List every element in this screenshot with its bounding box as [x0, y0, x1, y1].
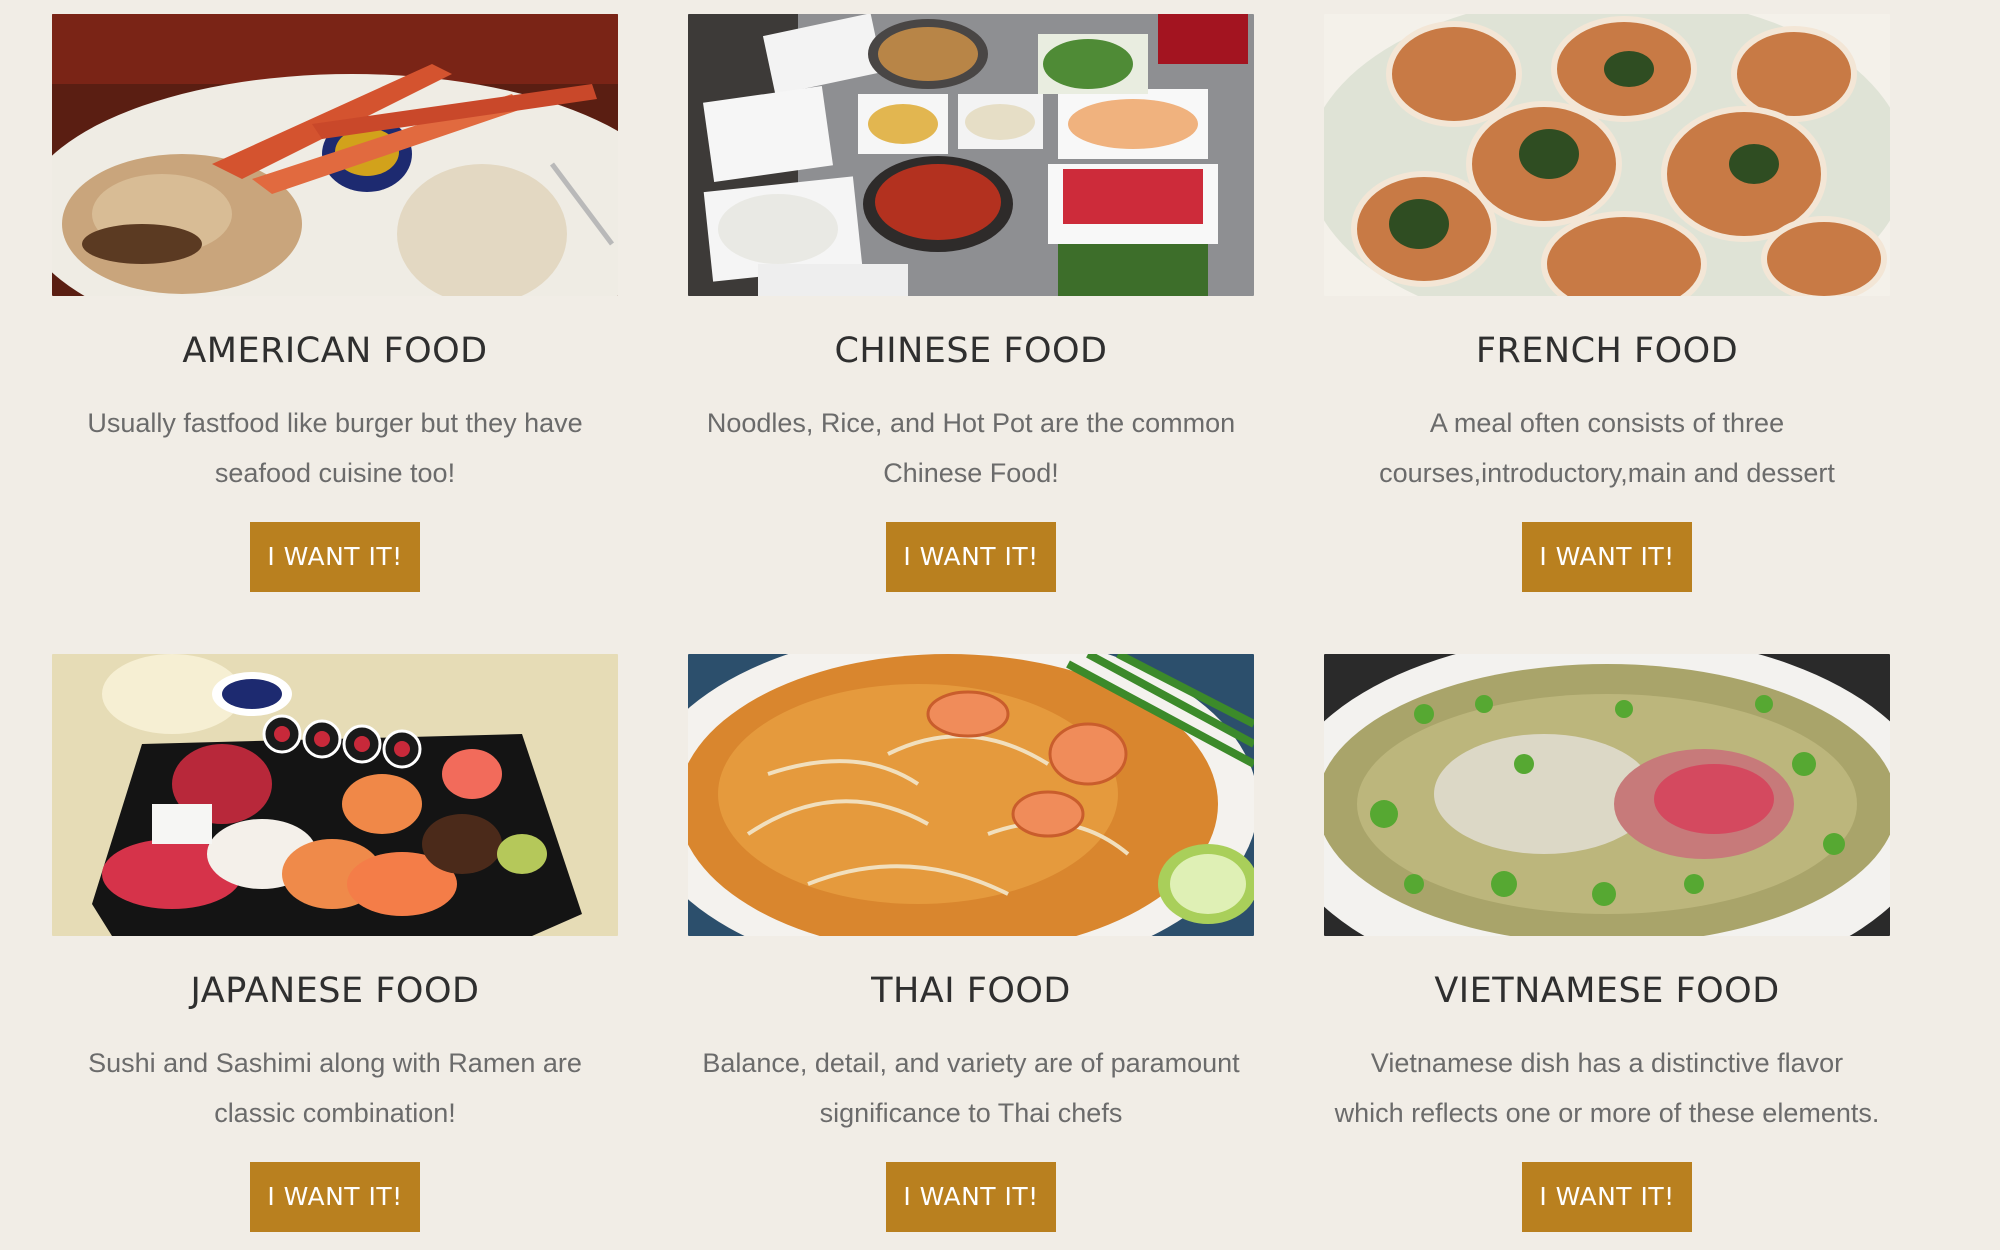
description-line: Usually fastfood like burger but they ha…	[87, 408, 583, 438]
japanese-food-image	[52, 654, 618, 936]
i-want-it-button-american[interactable]: I WANT IT!	[250, 522, 420, 592]
description-line: seafood cuisine too!	[214, 458, 456, 488]
description-line: Balance, detail, and variety are of para…	[702, 1048, 1240, 1078]
american-food-image	[52, 14, 618, 296]
description-line: Noodles, Rice, and Hot Pot are the commo…	[706, 408, 1236, 438]
card-title: CHINESE FOOD	[834, 331, 1108, 371]
i-want-it-button-vietnamese[interactable]: I WANT IT!	[1522, 1162, 1692, 1232]
chinese-food-image	[688, 14, 1254, 296]
card-description: Balance, detail, and variety are of para…	[678, 1038, 1264, 1138]
description-line: Sushi and Sashimi along with Ramen are	[88, 1048, 582, 1078]
description-line: significance to Thai chefs	[819, 1098, 1123, 1128]
description-line: Chinese Food!	[883, 458, 1059, 488]
thai-food-image	[688, 654, 1254, 936]
description-line: Vietnamese dish has a distinctive flavor	[1370, 1048, 1844, 1078]
description-line: A meal often consists of three	[1429, 408, 1785, 438]
card-description: Noodles, Rice, and Hot Pot are the commo…	[678, 398, 1264, 498]
card-description: Vietnamese dish has a distinctive flavor…	[1314, 1038, 1900, 1138]
description-line: classic combination!	[214, 1098, 456, 1128]
i-want-it-button-japanese[interactable]: I WANT IT!	[250, 1162, 420, 1232]
card-title: FRENCH FOOD	[1475, 331, 1739, 371]
vietnamese-food-image	[1324, 654, 1890, 936]
description-line: courses,introductory,main and dessert	[1379, 458, 1835, 488]
card-title: JAPANESE FOOD	[190, 971, 480, 1011]
card-title: VIETNAMESE FOOD	[1434, 971, 1780, 1011]
card-description: Usually fastfood like burger but they ha…	[42, 398, 628, 498]
description-line: which reflects one or more of these elem…	[1334, 1098, 1880, 1128]
card-description: A meal often consists of three courses,i…	[1314, 398, 1900, 498]
i-want-it-button-thai[interactable]: I WANT IT!	[886, 1162, 1056, 1232]
i-want-it-button-french[interactable]: I WANT IT!	[1522, 522, 1692, 592]
card-title: AMERICAN FOOD	[182, 331, 488, 371]
card-description: Sushi and Sashimi along with Ramen are c…	[42, 1038, 628, 1138]
card-title: THAI FOOD	[871, 971, 1071, 1011]
i-want-it-button-chinese[interactable]: I WANT IT!	[886, 522, 1056, 592]
french-food-image	[1324, 14, 1890, 296]
